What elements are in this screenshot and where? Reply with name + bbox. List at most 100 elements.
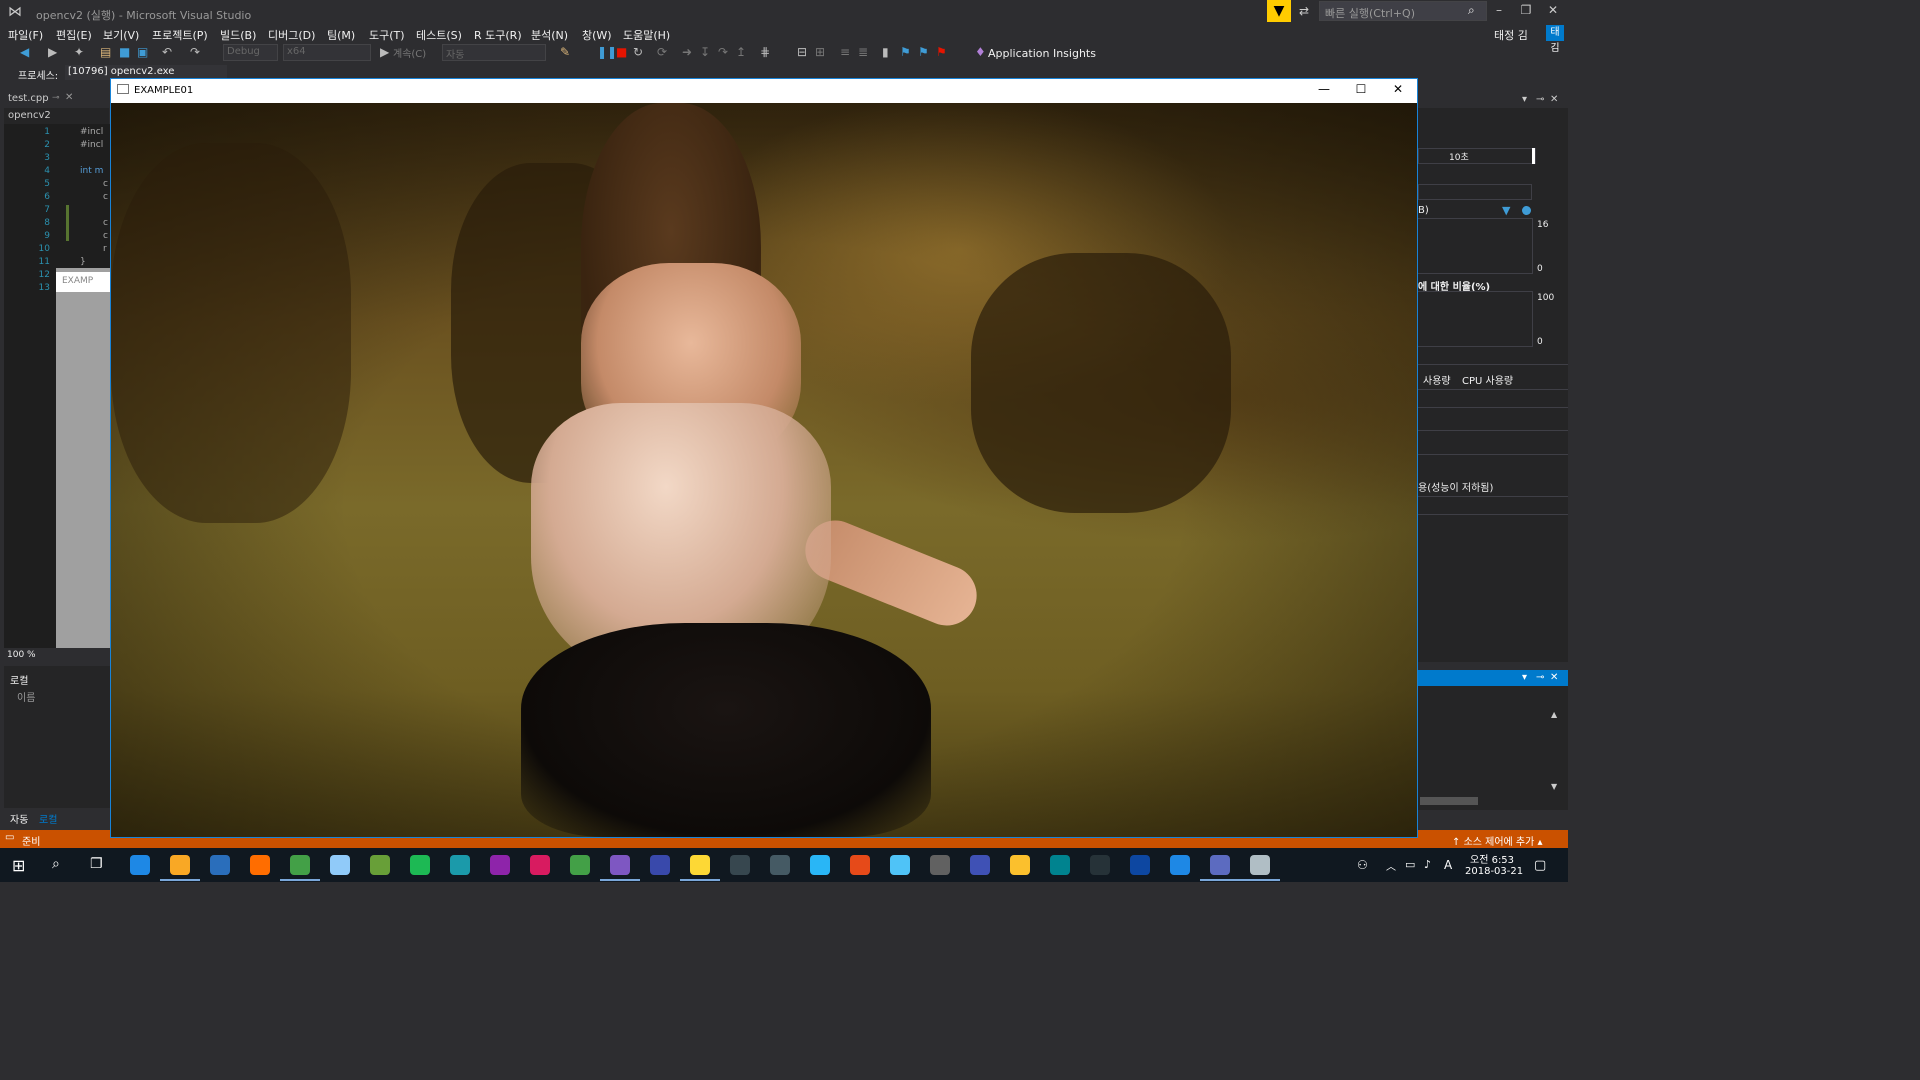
explorer-icon[interactable] [170, 855, 190, 875]
terminal-icon[interactable] [1090, 855, 1110, 875]
stack-icon[interactable]: ⊞ [815, 45, 825, 59]
threads-icon[interactable]: ⊟ [797, 45, 807, 59]
volume-icon[interactable]: ♪ [1424, 858, 1431, 871]
menu-team[interactable]: 팀(M) [327, 27, 355, 43]
arduino-icon[interactable] [1050, 855, 1070, 875]
task-view-icon[interactable]: ❐ [90, 856, 103, 872]
open-icon[interactable]: ▤ [100, 45, 111, 59]
refresh-icon[interactable]: ⟳ [657, 45, 667, 59]
opencv-window-icon[interactable] [1250, 855, 1270, 875]
new-project-icon[interactable]: ✦ [74, 45, 84, 59]
stop-icon[interactable]: ■ [616, 45, 627, 59]
search-icon[interactable]: ⌕ [52, 856, 60, 872]
maps-icon[interactable] [1170, 855, 1190, 875]
chrome-icon[interactable] [290, 855, 310, 875]
horizontal-scrollbar[interactable] [1420, 797, 1478, 805]
undo-icon[interactable]: ↶ [162, 45, 172, 59]
menu-edit[interactable]: 편집(E) [56, 27, 92, 43]
code-line[interactable]: #incl [80, 140, 103, 150]
ime-indicator[interactable]: A [1444, 858, 1452, 872]
powerpoint-icon[interactable] [850, 855, 870, 875]
zoom-combo[interactable]: 100 % [4, 650, 54, 663]
kakaotalk-icon[interactable] [690, 855, 710, 875]
step-into-icon[interactable]: ↧ [700, 45, 710, 59]
bookmark-icon[interactable]: ▮ [882, 45, 889, 59]
forward-icon[interactable]: ▶ [48, 45, 57, 59]
paint-icon[interactable] [810, 855, 830, 875]
menu-window[interactable]: 창(W) [582, 27, 612, 43]
code-line[interactable]: r [103, 244, 107, 254]
scroll-down-icon[interactable]: ▼ [1551, 782, 1557, 791]
search-icon[interactable]: ⌕ [1468, 3, 1475, 18]
close-tab-icon[interactable]: ✕ [65, 92, 73, 103]
code-line[interactable]: c [103, 231, 108, 241]
redo-icon[interactable]: ↷ [190, 45, 200, 59]
r-icon[interactable] [210, 855, 230, 875]
network-icon[interactable]: ▭ [1405, 858, 1415, 871]
indent-icon[interactable]: ≡ [840, 45, 850, 59]
locals-name-column[interactable]: 이름 [17, 689, 35, 704]
clock-date[interactable]: 2018-03-21 [1465, 866, 1523, 877]
user-avatar[interactable]: 태김 [1546, 25, 1564, 54]
tab-locals[interactable]: 로컬 [39, 811, 57, 826]
step-out-icon[interactable]: ↥ [736, 45, 746, 59]
pin-icon[interactable]: ⊸ [52, 93, 60, 103]
photoshop-icon[interactable] [1130, 855, 1150, 875]
example-maximize-button[interactable]: ☐ [1351, 82, 1371, 96]
code-line[interactable]: #incl [80, 127, 103, 137]
step-over-icon[interactable]: ↷ [718, 45, 728, 59]
application-insights-button[interactable]: Application Insights [988, 47, 1096, 60]
close-pane-icon[interactable]: ✕ [1550, 94, 1558, 105]
pin-icon[interactable]: ⊸ [1536, 94, 1544, 105]
action-center-icon[interactable]: ▢ [1534, 858, 1546, 873]
dropdown-icon[interactable]: ▾ [1522, 672, 1527, 683]
clear-bookmarks-icon[interactable]: ⚑ [936, 45, 947, 59]
cortana-bar-icon[interactable] [650, 855, 670, 875]
folder-icon[interactable] [1010, 855, 1030, 875]
quick-launch-input[interactable]: 빠른 실행(Ctrl+Q) [1319, 1, 1487, 21]
dropdown-icon[interactable]: ▾ [1522, 94, 1527, 105]
auto-combo[interactable]: 자동 [442, 44, 546, 61]
tab-auto[interactable]: 자동 [10, 811, 28, 826]
minimized-window-title[interactable]: EXAMP [56, 272, 110, 292]
menu-view[interactable]: 보기(V) [103, 27, 139, 43]
phpstorm-icon[interactable] [490, 855, 510, 875]
minimize-button[interactable]: – [1488, 3, 1510, 17]
example-minimize-button[interactable]: — [1314, 82, 1334, 96]
notification-filter-icon[interactable]: ▼ [1267, 0, 1291, 22]
hot-reload-icon[interactable]: ✎ [560, 45, 570, 59]
pause-icon[interactable]: ❚❚ [597, 45, 617, 59]
people-icon[interactable]: ⚇ [1357, 858, 1368, 872]
calculator-icon[interactable] [930, 855, 950, 875]
restore-button[interactable]: ❐ [1515, 3, 1537, 17]
save-all-icon[interactable]: ▣ [137, 45, 148, 59]
menu-debug[interactable]: 디버그(D) [268, 27, 315, 43]
platform-combo[interactable]: x64 [283, 44, 371, 61]
notepad-icon[interactable] [890, 855, 910, 875]
firefox-icon[interactable] [250, 855, 270, 875]
timeline-ruler[interactable] [1418, 148, 1536, 164]
tray-expand-icon[interactable]: ︿ [1386, 858, 1396, 873]
pycharm-icon[interactable] [570, 855, 590, 875]
hex-icon[interactable]: ⋕ [760, 45, 770, 59]
code-line[interactable]: } [80, 257, 86, 267]
network-icon[interactable] [970, 855, 990, 875]
menu-file[interactable]: 파일(F) [8, 27, 43, 43]
performance-note[interactable]: 용(성능이 저하됨) [1418, 479, 1493, 494]
example-close-button[interactable]: ✕ [1388, 82, 1408, 96]
menu-r-tools[interactable]: R 도구(R) [474, 27, 522, 43]
scroll-up-icon[interactable]: ▲ [1551, 710, 1557, 719]
feedback-icon[interactable]: ⇄ [1299, 4, 1309, 18]
code-line[interactable]: c [103, 218, 108, 228]
project-selector[interactable]: opencv2 [4, 108, 109, 124]
code-line[interactable]: c [103, 192, 108, 202]
menu-tools[interactable]: 도구(T) [369, 27, 405, 43]
close-button[interactable]: ✕ [1542, 3, 1564, 17]
code-line[interactable]: int m [80, 166, 103, 176]
android-icon[interactable] [370, 855, 390, 875]
visualstudio-icon[interactable] [610, 855, 630, 875]
user-name[interactable]: 태정 김 [1494, 27, 1528, 43]
timeline-slider[interactable] [1532, 148, 1535, 164]
menu-test[interactable]: 테스트(S) [416, 27, 462, 43]
add-to-source-control-button[interactable]: ↑ 소스 제어에 추가 ▴ [1452, 833, 1543, 848]
